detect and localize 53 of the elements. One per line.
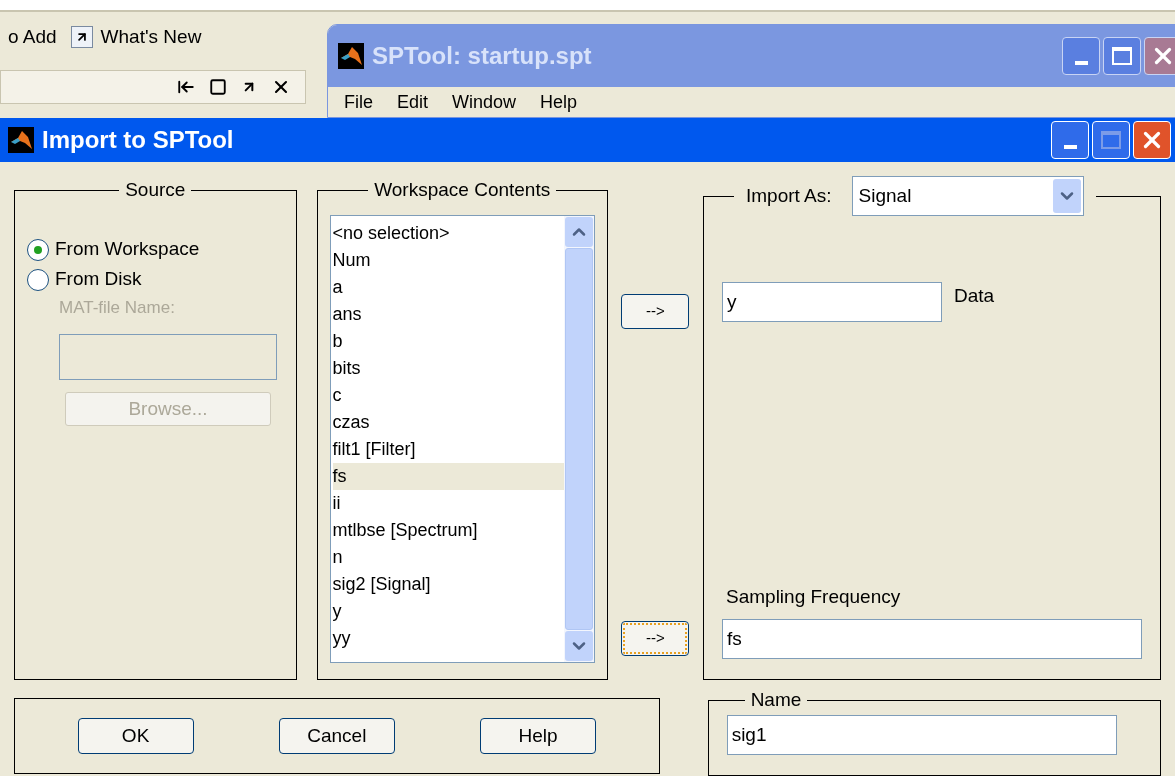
list-item[interactable]: n [332, 543, 564, 571]
group-title: Workspace Contents [374, 179, 551, 200]
field-label: Sampling Frequency [725, 584, 902, 609]
minimize-button[interactable] [1062, 37, 1100, 75]
data-field[interactable]: y [722, 282, 942, 322]
list-item[interactable]: fs [332, 462, 564, 490]
name-field[interactable]: sig1 [726, 714, 1117, 755]
list-item[interactable]: mtlbse [Spectrum] [332, 516, 564, 544]
menu-item[interactable]: File [344, 88, 373, 116]
shortcut-label: o Add [8, 24, 57, 49]
dialog-button[interactable]: Cancel [278, 718, 395, 754]
import-type-dropdown[interactable]: Signal [851, 176, 1084, 216]
dock-icon[interactable] [177, 78, 195, 96]
list-item[interactable]: ans [332, 300, 564, 328]
sampling-frequency-field[interactable]: fs [722, 619, 1142, 659]
radio-label: From Workspace [55, 237, 200, 262]
list-item[interactable]: czas [332, 408, 564, 436]
dialog-button[interactable]: Help [480, 718, 596, 754]
list-item[interactable]: y [332, 597, 564, 625]
menu-item[interactable]: Window [452, 88, 517, 116]
list-item[interactable]: bits [332, 354, 564, 382]
logo-icon [8, 127, 34, 153]
list-item[interactable]: b [332, 327, 564, 355]
list-item[interactable]: c [332, 381, 564, 409]
shortcut-icon [70, 26, 93, 48]
maximize-icon[interactable] [209, 78, 227, 96]
field-label: MAT-file Name: [59, 296, 176, 319]
scrollbar[interactable] [563, 215, 594, 662]
list-item[interactable]: <no selection> [332, 219, 564, 247]
file-name-field[interactable] [59, 334, 277, 380]
list-item[interactable]: a [332, 273, 564, 301]
group-title: Name [750, 689, 802, 710]
logo-icon [338, 43, 364, 69]
radio-label: From Disk [55, 267, 142, 292]
transfer-button[interactable]: --> [621, 294, 690, 329]
dialog-title: Import to SPTool [42, 125, 235, 155]
maximize-button[interactable] [1103, 37, 1141, 75]
variable-list[interactable]: <no selection> Num a ans b bits c czas filt1 [Filter] fs ii mtlbse [Spectrum] n sig2 [Signal] y yy [329, 214, 595, 663]
list-item[interactable]: Num [332, 246, 564, 274]
list-item[interactable]: yy [332, 624, 564, 652]
close-button[interactable] [1144, 37, 1175, 75]
dialog-button[interactable]: OK [77, 718, 194, 754]
transfer-button[interactable]: --> [621, 621, 690, 656]
list-item[interactable]: ii [332, 489, 564, 517]
list-item[interactable]: filt1 [Filter] [332, 435, 564, 463]
list-item[interactable]: sig2 [Signal] [332, 570, 564, 598]
field-label: Import As: [746, 183, 832, 208]
group-title: Source [125, 179, 186, 200]
field-label: Data [954, 284, 995, 308]
menu-item[interactable]: Help [540, 88, 578, 116]
menu-item[interactable]: Edit [397, 88, 429, 116]
window-title: SPTool: startup.spt [372, 41, 593, 71]
shortcut-link[interactable]: What's New [70, 22, 202, 52]
